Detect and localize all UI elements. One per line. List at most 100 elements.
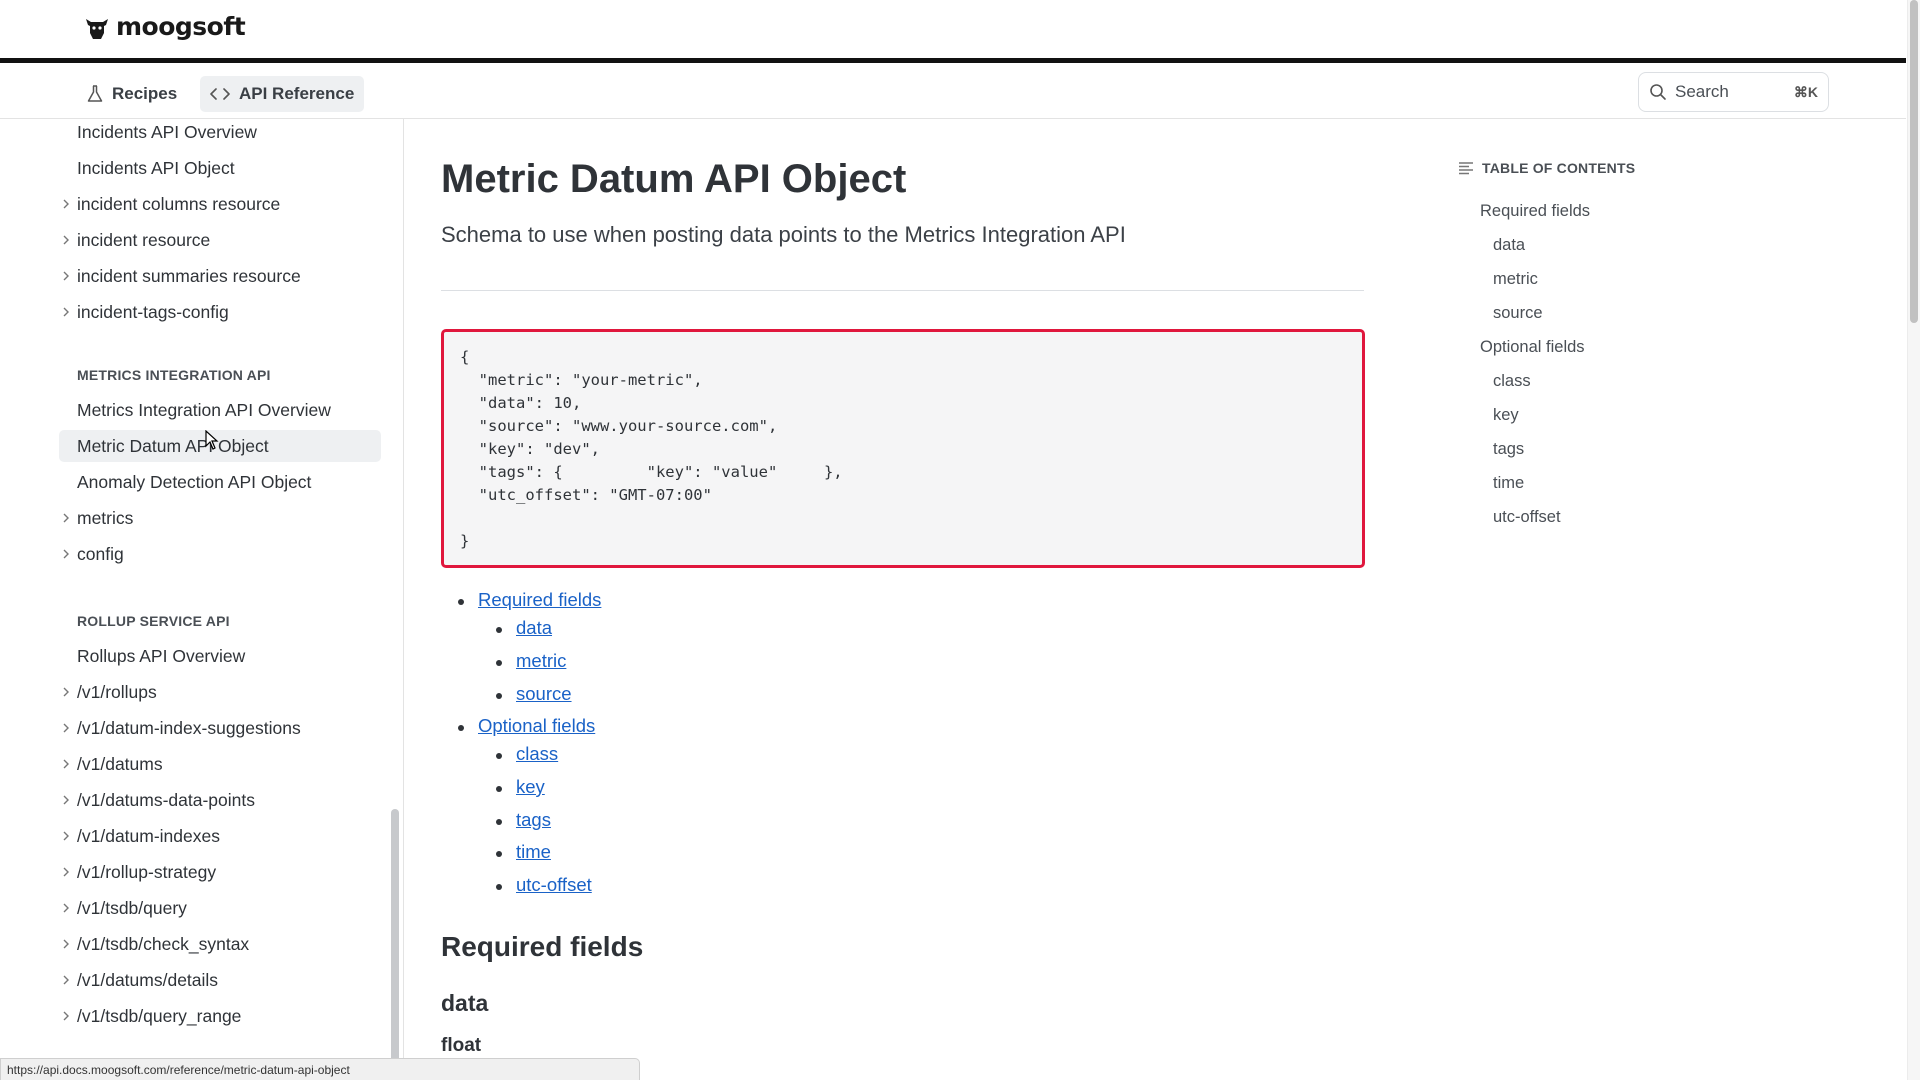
- link-time[interactable]: time: [516, 841, 551, 863]
- link-key[interactable]: key: [516, 776, 545, 798]
- sidebar-item-v1-rollups[interactable]: /v1/rollups: [59, 676, 381, 708]
- sidebar-item-v1-datums-details[interactable]: /v1/datums/details: [59, 964, 381, 996]
- sidebar-item-metrics[interactable]: metrics: [59, 502, 381, 534]
- chevron-right-icon[interactable]: [61, 830, 71, 842]
- sidebar-item-v1-datums[interactable]: /v1/datums: [59, 748, 381, 780]
- chevron-right-icon[interactable]: [61, 234, 71, 246]
- sidebar-item-label: /v1/tsdb/query_range: [77, 1005, 242, 1026]
- sidebar-heading-metrics: METRICS INTEGRATION API: [77, 367, 271, 383]
- toc-item-data[interactable]: data: [1493, 236, 1525, 255]
- sub-navigation: Recipes API Reference Search ⌘K: [0, 68, 1906, 119]
- link-metric[interactable]: metric: [516, 650, 566, 672]
- sidebar-scrollbar[interactable]: [391, 809, 399, 1064]
- sidebar-item-incident-columns-resource[interactable]: incident columns resource: [59, 188, 381, 220]
- bullet: [496, 819, 502, 825]
- bullet: [458, 725, 464, 731]
- sidebar-item-label: incident resource: [77, 229, 211, 250]
- code-block[interactable]: { "metric": "your-metric", "data": 10, "…: [441, 329, 1365, 568]
- sidebar-item-label: Anomaly Detection API Object: [77, 471, 312, 492]
- sidebar-item-v1-datums-data-points[interactable]: /v1/datums-data-points: [59, 784, 381, 816]
- toc-item-utc-offset[interactable]: utc-offset: [1493, 508, 1561, 527]
- mouse-cursor-icon: [205, 430, 219, 450]
- sidebar-item-label: /v1/datums-data-points: [77, 789, 256, 810]
- link-optional-fields[interactable]: Optional fields: [478, 715, 595, 737]
- sidebar-item-incidents-api-overview[interactable]: Incidents API Overview: [59, 119, 381, 148]
- sidebar-item-label: /v1/rollups: [77, 681, 157, 702]
- bullet: [496, 660, 502, 666]
- sidebar-item-label: Rollups API Overview: [77, 645, 246, 666]
- top-header: moogsoft: [0, 0, 1906, 63]
- chevron-right-icon[interactable]: [61, 306, 71, 318]
- section-heading-required-fields: Required fields: [441, 931, 644, 962]
- tab-recipes-label: Recipes: [112, 84, 178, 103]
- chevron-right-icon[interactable]: [61, 722, 71, 734]
- chevron-right-icon[interactable]: [61, 938, 71, 950]
- chevron-right-icon[interactable]: [61, 548, 71, 560]
- toc-item-source[interactable]: source: [1493, 304, 1543, 323]
- chevron-right-icon[interactable]: [61, 198, 71, 210]
- link-required-fields[interactable]: Required fields: [478, 589, 601, 611]
- sidebar-item-v1-tsdb-query-range[interactable]: /v1/tsdb/query_range: [59, 1000, 381, 1032]
- bullet: [458, 599, 464, 605]
- sidebar-item-label: incident columns resource: [77, 193, 281, 214]
- sidebar-item-v1-datum-index-suggestions[interactable]: /v1/datum-index-suggestions: [59, 712, 381, 744]
- toc-item-required-fields[interactable]: Required fields: [1480, 202, 1590, 221]
- toc-item-tags[interactable]: tags: [1493, 440, 1524, 459]
- sidebar-item-anomaly-detection-api-object[interactable]: Anomaly Detection API Object: [59, 466, 381, 498]
- divider: [441, 290, 1364, 291]
- sidebar-item-label: incident summaries resource: [77, 265, 301, 286]
- sidebar: Incidents API Overview Incidents API Obj…: [0, 119, 404, 1080]
- sidebar-item-label: config: [77, 543, 124, 564]
- tab-api-reference[interactable]: API Reference: [200, 76, 365, 112]
- page-scrollbar[interactable]: [1907, 0, 1920, 1080]
- sidebar-item-incident-resource[interactable]: incident resource: [59, 224, 381, 256]
- sidebar-item-label: /v1/datum-indexes: [77, 825, 220, 846]
- sidebar-item-v1-rollup-strategy[interactable]: /v1/rollup-strategy: [59, 856, 381, 888]
- page-scrollbar-thumb[interactable]: [1910, 0, 1918, 323]
- tab-recipes[interactable]: Recipes: [77, 76, 187, 112]
- toc-heading: TABLE OF CONTENTS: [1482, 160, 1636, 176]
- flask-icon: [87, 85, 103, 102]
- chevron-right-icon[interactable]: [61, 270, 71, 282]
- toc-item-time[interactable]: time: [1493, 474, 1524, 493]
- chevron-right-icon[interactable]: [61, 758, 71, 770]
- toc-item-metric[interactable]: metric: [1493, 270, 1538, 289]
- chevron-right-icon[interactable]: [61, 794, 71, 806]
- sidebar-item-incident-summaries-resource[interactable]: incident summaries resource: [59, 260, 381, 292]
- link-tags[interactable]: tags: [516, 809, 551, 831]
- sidebar-item-label: /v1/rollup-strategy: [77, 861, 217, 882]
- link-source[interactable]: source: [516, 683, 572, 705]
- sidebar-item-incident-tags-config[interactable]: incident-tags-config: [59, 296, 381, 328]
- sidebar-heading-rollup: ROLLUP SERVICE API: [77, 613, 230, 629]
- field-type: float: [441, 1035, 482, 1056]
- chevron-right-icon[interactable]: [61, 866, 71, 878]
- chevron-right-icon[interactable]: [61, 512, 71, 524]
- toc-item-optional-fields[interactable]: Optional fields: [1480, 338, 1585, 357]
- sidebar-item-v1-tsdb-query[interactable]: /v1/tsdb/query: [59, 892, 381, 924]
- chevron-right-icon[interactable]: [61, 1010, 71, 1022]
- sidebar-item-v1-datum-indexes[interactable]: /v1/datum-indexes: [59, 820, 381, 852]
- link-class[interactable]: class: [516, 743, 558, 765]
- bullet: [496, 884, 502, 890]
- sidebar-item-config[interactable]: config: [59, 538, 381, 570]
- chevron-right-icon[interactable]: [61, 974, 71, 986]
- table-of-contents: TABLE OF CONTENTS Required fields data m…: [1458, 160, 1778, 526]
- brand-logo[interactable]: moogsoft: [84, 12, 246, 41]
- sidebar-item-v1-tsdb-check-syntax[interactable]: /v1/tsdb/check_syntax: [59, 928, 381, 960]
- link-data[interactable]: data: [516, 617, 552, 639]
- bullet: [496, 851, 502, 857]
- brand-name: moogsoft: [116, 12, 246, 41]
- search-button[interactable]: Search ⌘K: [1638, 72, 1829, 112]
- search-icon: [1650, 84, 1666, 100]
- sidebar-item-incidents-api-object[interactable]: Incidents API Object: [59, 152, 381, 184]
- sidebar-item-rollups-api-overview[interactable]: Rollups API Overview: [59, 640, 381, 672]
- sidebar-item-label: /v1/tsdb/query: [77, 897, 187, 918]
- toc-item-key[interactable]: key: [1493, 406, 1519, 425]
- sidebar-item-metrics-integration-overview[interactable]: Metrics Integration API Overview: [59, 394, 381, 426]
- sidebar-item-metric-datum-api-object[interactable]: Metric Datum API Object: [59, 430, 381, 462]
- link-utc-offset[interactable]: utc-offset: [516, 874, 592, 896]
- chevron-right-icon[interactable]: [61, 902, 71, 914]
- chevron-right-icon[interactable]: [61, 686, 71, 698]
- sidebar-item-label: Metrics Integration API Overview: [77, 399, 331, 420]
- toc-item-class[interactable]: class: [1493, 372, 1531, 391]
